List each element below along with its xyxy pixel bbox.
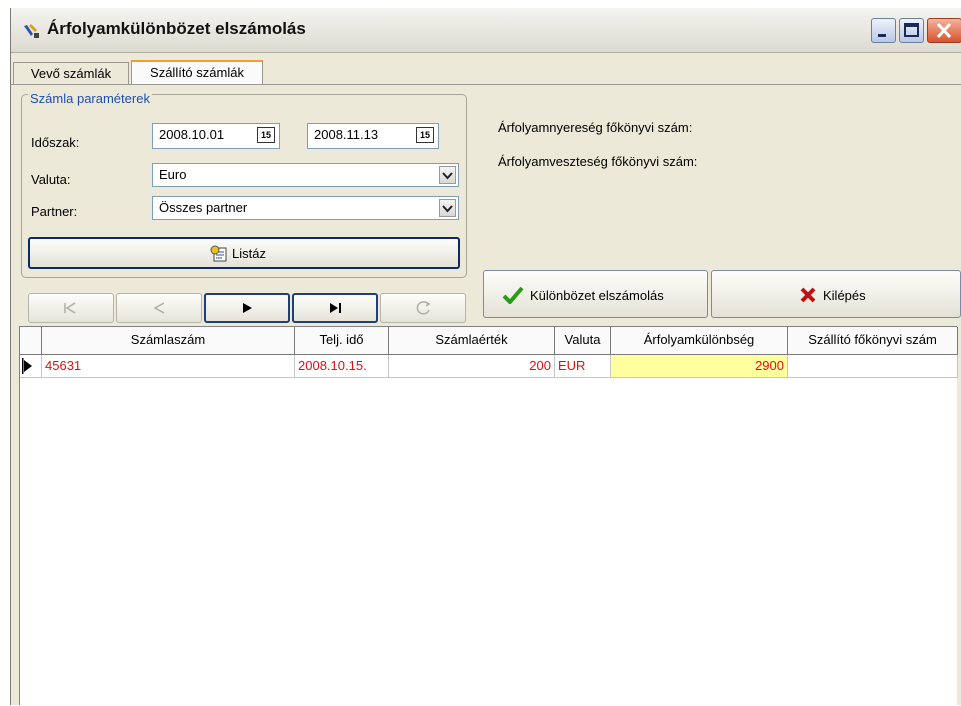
settle-difference-button[interactable]: Különbözet elszámolás [483, 270, 708, 318]
refresh-icon [416, 301, 431, 315]
next-record-icon [243, 303, 252, 313]
column-header-completion-date[interactable]: Telj. idő [295, 327, 389, 355]
refresh-button[interactable] [380, 293, 466, 323]
column-header-invoice-value[interactable]: Számlaérték [389, 327, 555, 355]
window-title: Árfolyamkülönbözet elszámolás [47, 19, 306, 38]
partner-value: Összes partner [159, 200, 248, 215]
table-row-invoice-value[interactable]: 200 [389, 355, 555, 378]
minimize-icon [878, 34, 886, 37]
tab-supplier-invoices[interactable]: Szállító számlák [131, 60, 263, 85]
list-button-label: Listáz [232, 246, 266, 261]
table-row-exchange-difference[interactable]: 2900 [611, 355, 788, 378]
grid-indicator-header [20, 327, 42, 355]
table-row-currency[interactable]: EUR [555, 355, 611, 378]
column-header-exchange-difference[interactable]: Árfolyamkülönbség [611, 327, 788, 355]
currency-label: Valuta: [31, 172, 71, 187]
column-header-supplier-ledger[interactable]: Szállító főkönyvi szám [788, 327, 958, 355]
maximize-button[interactable] [899, 18, 924, 43]
close-x-icon [800, 287, 816, 303]
invoice-grid[interactable]: Számlaszám Telj. idő Számlaérték Valuta … [19, 326, 958, 705]
list-button[interactable]: Listáz [28, 237, 460, 269]
column-header-currency[interactable]: Valuta [555, 327, 611, 355]
partner-label: Partner: [31, 204, 78, 219]
date-from-field[interactable]: 2008.10.01 15 [152, 123, 280, 149]
partner-dropdown-button[interactable] [439, 199, 456, 217]
invoice-params-legend: Számla paraméterek [28, 91, 152, 106]
prev-record-icon [153, 302, 165, 314]
row-indicator [20, 355, 42, 378]
exit-button-label: Kilépés [823, 287, 866, 303]
table-row-supplier-ledger[interactable] [788, 355, 958, 378]
date-from-value: 2008.10.01 [159, 127, 225, 142]
maximize-icon [904, 23, 919, 37]
period-label: Időszak: [31, 135, 80, 150]
title-bar: Árfolyamkülönbözet elszámolás [11, 8, 961, 53]
table-row-invoice-number[interactable]: 45631 [42, 355, 295, 378]
currency-select[interactable]: Euro [152, 163, 459, 187]
prev-record-button[interactable] [116, 293, 202, 323]
calendar-icon-text: 15 [419, 130, 430, 140]
checkmark-icon [502, 286, 524, 304]
first-record-icon [64, 302, 76, 314]
first-record-button[interactable] [28, 293, 114, 323]
loss-ledger-label: Árfolyamveszteség főkönyvi szám: [498, 154, 698, 169]
currency-value: Euro [159, 167, 187, 182]
calendar-icon[interactable]: 15 [257, 127, 275, 143]
app-window: Árfolyamkülönbözet elszámolás Vevő száml… [10, 8, 961, 705]
chevron-down-icon [442, 172, 453, 180]
app-icon [24, 24, 39, 38]
row-pointer-icon [22, 358, 32, 374]
last-record-icon [330, 303, 341, 313]
minimize-button[interactable] [871, 18, 896, 43]
calendar-icon-text: 15 [260, 130, 271, 140]
next-record-button[interactable] [204, 293, 290, 323]
tab-strip: Vevő számlák Szállító számlák [11, 60, 961, 85]
last-record-button[interactable] [292, 293, 378, 323]
chevron-down-icon [442, 205, 453, 213]
table-row-completion-date[interactable]: 2008.10.15. [295, 355, 389, 378]
calendar-icon[interactable]: 15 [416, 127, 434, 143]
settle-difference-label: Különbözet elszámolás [530, 287, 664, 303]
partner-select[interactable]: Összes partner [152, 196, 459, 220]
column-header-invoice-number[interactable]: Számlaszám [42, 327, 295, 355]
date-to-field[interactable]: 2008.11.13 15 [307, 123, 439, 149]
list-report-icon [210, 245, 227, 262]
exit-button[interactable]: Kilépés [711, 270, 961, 318]
currency-dropdown-button[interactable] [439, 166, 456, 184]
gain-ledger-label: Árfolyamnyereség főkönyvi szám: [498, 120, 693, 135]
date-to-value: 2008.11.13 [314, 127, 379, 142]
close-button[interactable] [927, 18, 961, 43]
tab-customer-invoices[interactable]: Vevő számlák [13, 62, 129, 84]
close-icon [936, 22, 952, 39]
